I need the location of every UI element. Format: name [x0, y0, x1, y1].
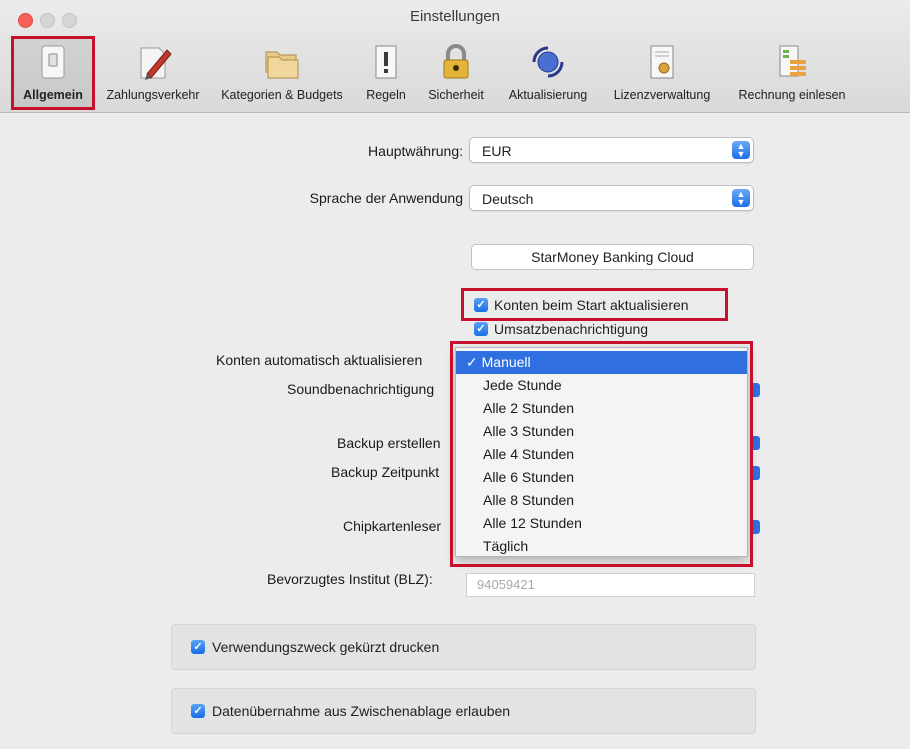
- currency-label: Hauptwährung:: [368, 143, 463, 159]
- card-reader-popup-edge[interactable]: [750, 520, 760, 534]
- menu-item-taeglich[interactable]: Täglich: [456, 535, 747, 558]
- backup-popup-edge[interactable]: [750, 436, 760, 450]
- popup-arrows-icon: ▲ ▼: [732, 189, 750, 207]
- clipboard-group: ✓ Datenübernahme aus Zwischenablage erla…: [171, 688, 756, 734]
- menu-item-alle-8-stunden[interactable]: Alle 8 Stunden: [456, 489, 747, 512]
- certificate-icon: [650, 45, 674, 79]
- print-short-checkbox[interactable]: ✓: [191, 640, 205, 654]
- auto-update-dropdown-menu[interactable]: ✓ Manuell Jede Stunde Alle 2 Stunden All…: [455, 347, 748, 557]
- menu-item-manuell[interactable]: ✓ Manuell: [456, 351, 747, 374]
- banking-cloud-button[interactable]: StarMoney Banking Cloud: [471, 244, 754, 270]
- tab-lizenzverwaltung[interactable]: Lizenzverwaltung: [602, 38, 722, 110]
- institute-input[interactable]: 94059421: [466, 573, 755, 597]
- tab-regeln[interactable]: Regeln: [358, 38, 414, 110]
- institute-label: Bevorzugtes Institut (BLZ):: [267, 571, 433, 587]
- update-on-start-label: Konten beim Start aktualisieren: [494, 297, 689, 313]
- tab-kategorien-budgets[interactable]: Kategorien & Budgets: [212, 38, 352, 110]
- tab-aktualisierung[interactable]: Aktualisierung: [498, 38, 598, 110]
- tab-aktualisierung-label: Aktualisierung: [508, 88, 588, 102]
- preferences-window: Einstellungen Allgemein Zahlungsverkehr: [0, 0, 910, 749]
- rule-document-icon: [375, 45, 397, 79]
- sound-notification-label: Soundbenachrichtigung: [287, 381, 435, 397]
- tab-zahlungsverkehr[interactable]: Zahlungsverkehr: [98, 38, 208, 110]
- tab-kategorien-label: Kategorien & Budgets: [221, 88, 343, 102]
- tab-rechnung-einlesen[interactable]: Rechnung einlesen: [726, 38, 858, 110]
- language-label: Sprache der Anwendung: [309, 190, 463, 206]
- title-bar: Einstellungen Allgemein Zahlungsverkehr: [0, 0, 910, 113]
- menu-item-jede-stunde[interactable]: Jede Stunde: [456, 374, 747, 397]
- menu-item-alle-12-stunden[interactable]: Alle 12 Stunden: [456, 512, 747, 535]
- sales-notification-checkbox[interactable]: ✓: [474, 322, 488, 336]
- checkmark-icon: ✓: [466, 354, 478, 370]
- print-short-label: Verwendungszweck gekürzt drucken: [212, 639, 440, 655]
- backup-create-label: Backup erstellen: [337, 435, 441, 451]
- currency-popup[interactable]: EUR ▲ ▼: [469, 137, 754, 163]
- update-on-start-checkbox[interactable]: ✓: [474, 298, 488, 312]
- clipboard-checkbox[interactable]: ✓: [191, 704, 205, 718]
- menu-item-alle-2-stunden[interactable]: Alle 2 Stunden: [456, 397, 747, 420]
- auto-update-label: Konten automatisch aktualisieren: [216, 352, 423, 368]
- menu-item-alle-6-stunden[interactable]: Alle 6 Stunden: [456, 466, 747, 489]
- tab-sicherheit[interactable]: Sicherheit: [420, 38, 492, 110]
- tab-regeln-label: Regeln: [366, 88, 406, 102]
- tab-zahlungsverkehr-label: Zahlungsverkehr: [106, 88, 200, 102]
- invoice-scan-icon: [779, 45, 806, 77]
- sync-globe-icon: [532, 46, 564, 78]
- tab-sicherheit-label: Sicherheit: [428, 88, 484, 102]
- tab-allgemein-label: Allgemein: [23, 88, 83, 102]
- sales-notification-label: Umsatzbenachrichtigung: [494, 321, 649, 337]
- menu-item-alle-3-stunden[interactable]: Alle 3 Stunden: [456, 420, 747, 443]
- switch-icon: [41, 45, 65, 79]
- sound-popup-edge[interactable]: [750, 383, 760, 397]
- language-popup[interactable]: Deutsch ▲ ▼: [469, 185, 754, 211]
- menu-item-alle-4-stunden[interactable]: Alle 4 Stunden: [456, 443, 747, 466]
- backup-time-popup-edge[interactable]: [750, 466, 760, 480]
- print-short-group: ✓ Verwendungszweck gekürzt drucken: [171, 624, 756, 670]
- window-title: Einstellungen: [409, 8, 501, 25]
- padlock-icon: [443, 44, 469, 79]
- tab-rechnung-label: Rechnung einlesen: [738, 88, 846, 102]
- currency-value: EUR: [482, 143, 512, 159]
- card-reader-label: Chipkartenleser: [343, 518, 442, 534]
- pen-document-icon: [140, 47, 172, 80]
- tab-lizenzverwaltung-label: Lizenzverwaltung: [613, 88, 711, 102]
- language-value: Deutsch: [482, 191, 534, 207]
- tab-allgemein[interactable]: Allgemein: [14, 38, 92, 110]
- general-settings-pane: Hauptwährung: EUR ▲ ▼ Sprache der Anwendu…: [0, 113, 910, 749]
- folders-icon: [265, 51, 299, 79]
- clipboard-label: Datenübernahme aus Zwischenablage erlaub…: [212, 703, 511, 719]
- popup-arrows-icon: ▲ ▼: [732, 141, 750, 159]
- backup-time-label: Backup Zeitpunkt: [331, 464, 440, 480]
